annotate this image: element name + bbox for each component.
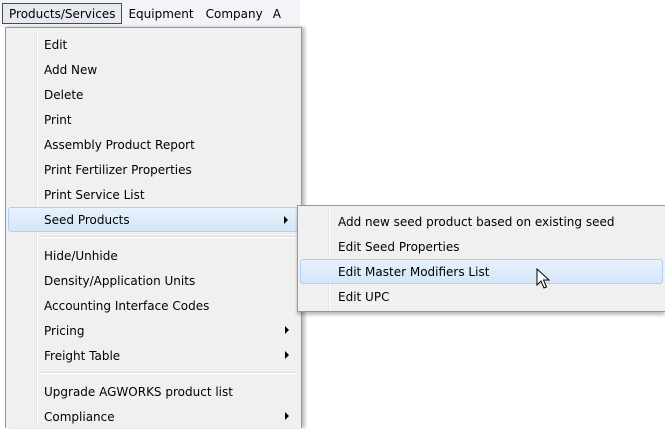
chevron-right-icon: [284, 216, 288, 224]
submenu-item-edit-seed-properties[interactable]: Edit Seed Properties: [300, 234, 663, 259]
menu-item-print-service-list[interactable]: Print Service List: [8, 182, 299, 207]
chevron-right-icon: [285, 412, 289, 420]
menu-item-assembly-product-report[interactable]: Assembly Product Report: [8, 132, 299, 157]
menu-item-label: Hide/Unhide: [44, 248, 118, 263]
menu-item-label: Print Service List: [44, 187, 145, 202]
submenu-item-edit-upc[interactable]: Edit UPC: [300, 284, 663, 309]
menu-separator: [38, 236, 298, 238]
menu-item-pricing[interactable]: Pricing: [8, 318, 299, 343]
menu-item-label: Density/Application Units: [44, 273, 196, 288]
menu-bar: Products/Services Equipment Company A: [0, 0, 300, 27]
submenu-item-add-new-seed-product[interactable]: Add new seed product based on existing s…: [300, 209, 663, 234]
menu-item-label: Print: [44, 112, 72, 127]
menu-item-add-new[interactable]: Add New: [8, 57, 299, 82]
menu-item-label: Edit UPC: [338, 289, 390, 304]
menu-item-label: Edit Master Modifiers List: [338, 264, 490, 279]
menu-item-print-fertilizer-properties[interactable]: Print Fertilizer Properties: [8, 157, 299, 182]
menu-item-compliance[interactable]: Compliance: [8, 404, 299, 429]
submenu-item-edit-master-modifiers-list[interactable]: Edit Master Modifiers List: [300, 259, 663, 284]
menu-company[interactable]: Company: [200, 3, 269, 24]
menu-equipment[interactable]: Equipment: [122, 3, 199, 24]
menu-item-density-application-units[interactable]: Density/Application Units: [8, 268, 299, 293]
menu-item-upgrade-agworks-product-list[interactable]: Upgrade AGWORKS product list: [8, 379, 299, 404]
chevron-right-icon: [285, 326, 289, 334]
menu-products-services[interactable]: Products/Services: [2, 3, 123, 24]
menu-item-label: Print Fertilizer Properties: [44, 162, 192, 177]
menu-item-label: Compliance: [44, 409, 115, 424]
menu-item-label: Assembly Product Report: [44, 137, 195, 152]
menu-item-label: Delete: [44, 87, 84, 102]
menu-separator: [38, 372, 298, 374]
chevron-right-icon: [285, 351, 289, 359]
menu-item-label: Edit Seed Properties: [338, 239, 460, 254]
menu-item-label: Upgrade AGWORKS product list: [44, 384, 233, 399]
menu-item-label: Freight Table: [44, 348, 121, 363]
menu-item-freight-table[interactable]: Freight Table: [8, 343, 299, 368]
menu-item-label: Edit: [44, 37, 68, 52]
menu-item-edit[interactable]: Edit: [8, 32, 299, 57]
menu-item-accounting-interface-codes[interactable]: Accounting Interface Codes: [8, 293, 299, 318]
menu-item-label: Accounting Interface Codes: [44, 298, 210, 313]
seed-products-submenu: Add new seed product based on existing s…: [297, 205, 665, 312]
products-services-dropdown: Edit Add New Delete Print Assembly Produ…: [5, 27, 302, 428]
menu-item-label: Seed Products: [44, 212, 130, 227]
menu-item-print[interactable]: Print: [8, 107, 299, 132]
menu-item-label: Pricing: [44, 323, 85, 338]
menu-item-label: Add new seed product based on existing s…: [338, 214, 615, 229]
menu-item-hide-unhide[interactable]: Hide/Unhide: [8, 243, 299, 268]
menu-item-label: Add New: [44, 62, 98, 77]
mouse-pointer-icon: [536, 268, 550, 289]
menu-truncated-item[interactable]: A: [269, 3, 281, 24]
menu-item-seed-products[interactable]: Seed Products: [8, 207, 299, 232]
menu-item-delete[interactable]: Delete: [8, 82, 299, 107]
